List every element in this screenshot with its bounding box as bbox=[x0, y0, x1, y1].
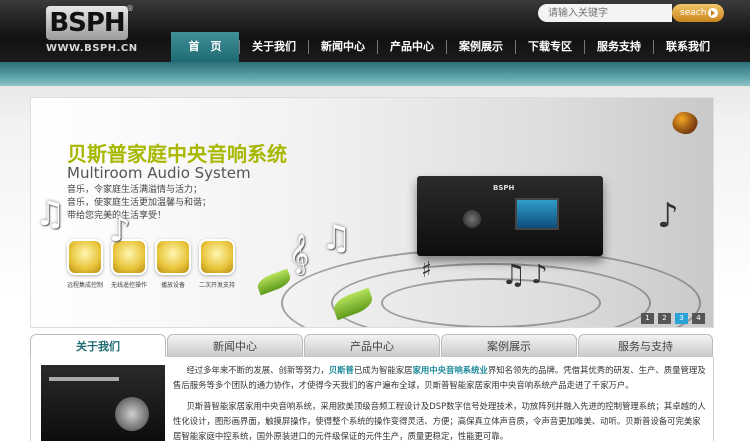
music-note-icon: ♪ bbox=[531, 260, 548, 290]
feature-remote-control: 远程集成控制 bbox=[67, 239, 103, 289]
decorative-ring bbox=[381, 278, 601, 327]
slide-button-3[interactable]: 3 bbox=[675, 313, 688, 324]
remote-control-icon bbox=[67, 239, 103, 275]
slide-button-1[interactable]: 1 bbox=[641, 313, 654, 324]
search-button[interactable]: seach bbox=[672, 4, 724, 22]
nav-item-home[interactable]: 首 页 bbox=[171, 32, 239, 62]
device-slot bbox=[49, 377, 119, 381]
treble-clef-icon: 𝄞 bbox=[289, 234, 310, 274]
nav-item-products[interactable]: 产品中心 bbox=[378, 32, 446, 62]
audio-device-image: BSPH bbox=[417, 176, 603, 256]
product-image[interactable] bbox=[41, 365, 165, 441]
keyword-link[interactable]: 家用中央音响系统业 bbox=[413, 365, 488, 375]
feature-player: 播放设备 bbox=[155, 239, 191, 289]
slide-pager: 1 2 3 4 bbox=[641, 313, 705, 324]
tab-news[interactable]: 新闻中心 bbox=[167, 334, 303, 358]
hero-banner[interactable]: 贝斯普家庭中央音响系统 Multiroom Audio System 音乐，令家… bbox=[30, 97, 714, 328]
nav-item-downloads[interactable]: 下载专区 bbox=[516, 32, 584, 62]
feature-label: 远程集成控制 bbox=[67, 282, 104, 289]
bsph-logo[interactable]: BSPH bbox=[46, 6, 128, 40]
banner-title: 贝斯普家庭中央音响系统 bbox=[67, 142, 287, 166]
device-screen bbox=[515, 198, 559, 230]
banner-subtitle: Multiroom Audio System bbox=[67, 164, 251, 182]
about-text: 经过多年来不断的发展、创新等努力， bbox=[186, 365, 329, 375]
about-paragraph-2: 贝斯普智能家居家用中央音响系统，采用欧美顶级音频工程设计及DSP数字信号处理技术… bbox=[173, 401, 706, 441]
search-input[interactable] bbox=[538, 4, 672, 22]
brand-link[interactable]: 贝斯普 bbox=[329, 365, 354, 375]
feature-label: 无线遥控操作 bbox=[111, 282, 148, 289]
device-knob bbox=[463, 210, 481, 228]
tab-about[interactable]: 关于我们 bbox=[30, 334, 166, 358]
music-note-icon: ♫ bbox=[35, 194, 66, 234]
teal-band bbox=[0, 62, 750, 86]
search-button-label: seach bbox=[680, 8, 707, 18]
feature-icons: 远程集成控制 无线遥控操作 播放设备 二次开发支持 bbox=[67, 239, 235, 289]
tab-products[interactable]: 产品中心 bbox=[304, 334, 440, 358]
tab-service[interactable]: 服务与支持 bbox=[578, 334, 713, 358]
butterfly-icon bbox=[669, 107, 701, 139]
nav-item-about[interactable]: 关于我们 bbox=[240, 32, 308, 62]
photo-icon bbox=[199, 239, 235, 275]
arrow-right-icon bbox=[708, 8, 718, 18]
device-logo: BSPH bbox=[493, 184, 515, 192]
music-note-icon: ♪ bbox=[109, 210, 131, 250]
nav-item-cases[interactable]: 案例展示 bbox=[447, 32, 515, 62]
nav-item-support[interactable]: 服务支持 bbox=[585, 32, 653, 62]
music-note-icon: ♫ bbox=[321, 218, 352, 258]
about-text: 已成为智能家居 bbox=[353, 365, 413, 375]
sharp-icon: ♯ bbox=[421, 258, 432, 283]
feature-label: 播放设备 bbox=[160, 282, 185, 289]
about-panel: 经过多年来不断的发展、创新等努力，贝斯普已成为智能家居家用中央音响系统业界知名领… bbox=[30, 357, 714, 441]
slide-button-2[interactable]: 2 bbox=[658, 313, 671, 324]
registered-mark: ® bbox=[126, 4, 134, 13]
music-note-icon: ♪ bbox=[657, 196, 679, 236]
feature-label: 二次开发支持 bbox=[199, 282, 236, 289]
apple-icon bbox=[155, 239, 191, 275]
feature-dev: 二次开发支持 bbox=[199, 239, 235, 289]
banner-line: 音乐，令家庭生活满溢情与活力； bbox=[67, 185, 203, 195]
nav-item-news[interactable]: 新闻中心 bbox=[309, 32, 377, 62]
tab-cases[interactable]: 案例展示 bbox=[441, 334, 577, 358]
content-tabs: 关于我们 新闻中心 产品中心 案例展示 服务与支持 bbox=[30, 334, 714, 358]
site-url: WWW.BSPH.CN bbox=[46, 43, 138, 54]
music-note-icon: ♫ bbox=[501, 258, 527, 291]
nav-item-contact[interactable]: 联系我们 bbox=[654, 32, 722, 62]
header: BSPH ® WWW.BSPH.CN seach 首 页 关于我们 新闻中心 产… bbox=[0, 0, 750, 62]
main-nav: 首 页 关于我们 新闻中心 产品中心 案例展示 下载专区 服务支持 联系我们 bbox=[171, 32, 722, 62]
slide-button-4[interactable]: 4 bbox=[692, 313, 705, 324]
banner-line: 音乐，使家庭生活更加温馨与和谐； bbox=[67, 198, 212, 208]
about-paragraph-1: 经过多年来不断的发展、创新等努力，贝斯普已成为智能家居家用中央音响系统业界知名领… bbox=[173, 363, 707, 393]
volume-dial bbox=[115, 397, 149, 431]
